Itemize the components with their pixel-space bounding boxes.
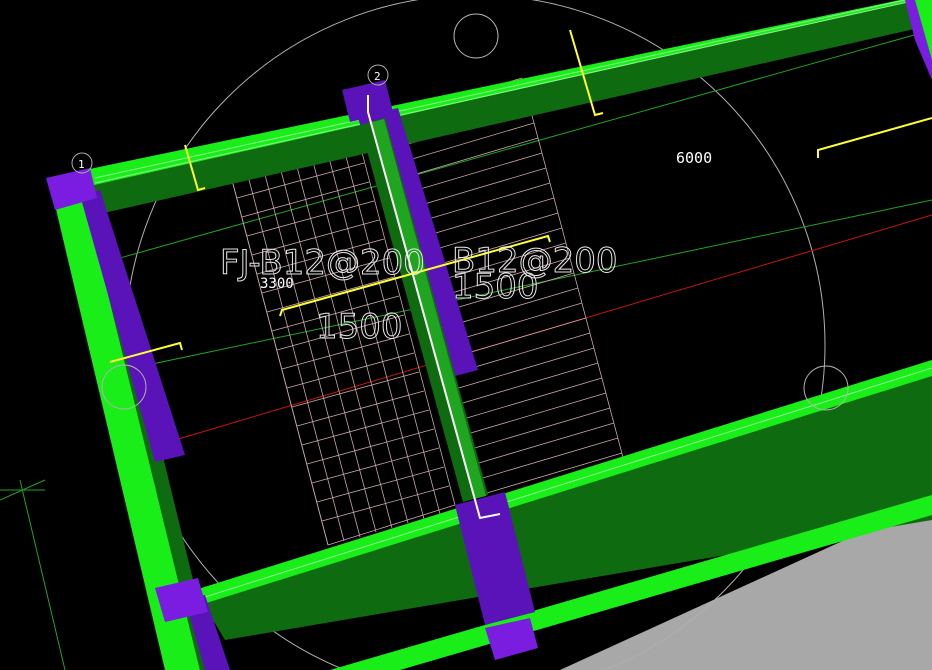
axis-label-2: 2 [374,70,381,83]
dim-text-1500-right: 1500 [452,267,539,307]
beam-top [85,0,932,215]
dim-text-3300: 3300 [260,276,294,292]
grid-line [19,479,66,670]
axis-bubble-top [453,13,499,59]
beam-top-inner-line [94,1,909,184]
rebar-label-left: FJ-B12@200 [220,243,425,283]
cad-drawing-canvas[interactable]: 1 2 FJ-B12@200 B12@200 1500 1500 3300 60… [0,0,932,670]
dim-text-6000: 6000 [676,149,712,167]
dim-text-1500-left: 1500 [316,307,403,347]
axis-label-1: 1 [78,158,85,171]
